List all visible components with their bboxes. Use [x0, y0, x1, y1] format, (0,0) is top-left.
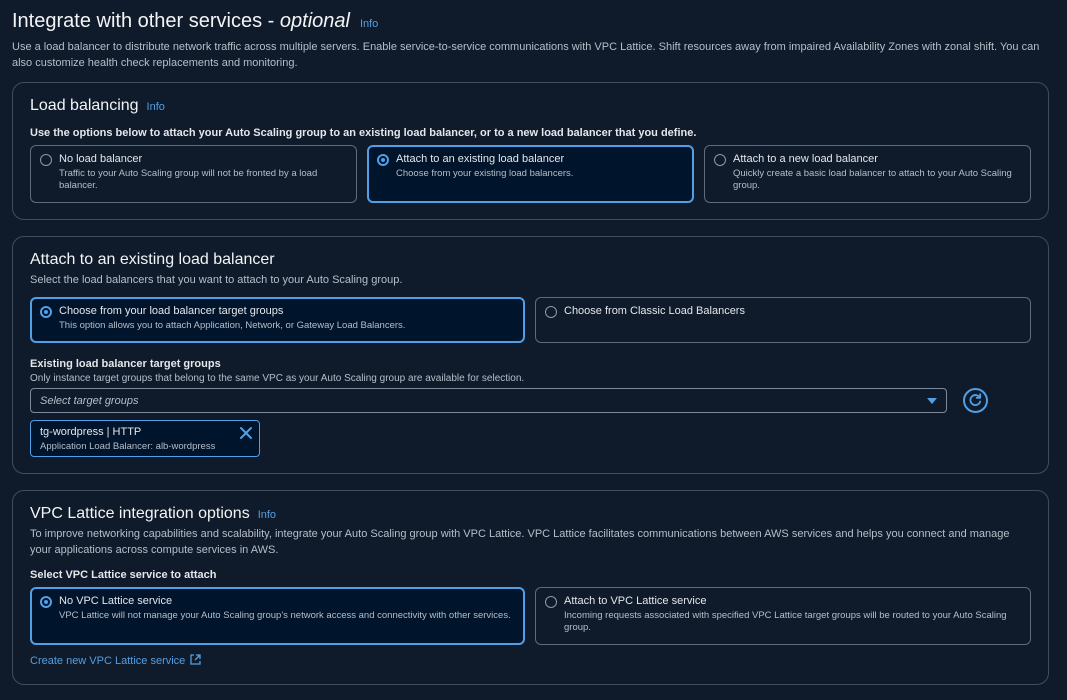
- section-header: Integrate with other services - optional…: [12, 10, 1057, 71]
- select-placeholder: Select target groups: [40, 395, 139, 407]
- existing-load-balancer-panel: Attach to an existing load balancer Sele…: [12, 236, 1049, 474]
- option-title: No VPC Lattice service: [59, 595, 173, 607]
- radio-button[interactable]: [545, 596, 557, 608]
- option-no-vpc-lattice[interactable]: No VPC Lattice service VPC Lattice will …: [30, 587, 525, 645]
- option-classic-load-balancers[interactable]: Choose from Classic Load Balancers: [535, 297, 1031, 343]
- load-balancing-title-text: Load balancing: [30, 97, 139, 114]
- option-description: Quickly create a basic load balancer to …: [733, 168, 1012, 191]
- option-title: Attach to an existing load balancer: [396, 153, 565, 165]
- option-description: Choose from your existing load balancers…: [396, 168, 574, 179]
- page-title: Integrate with other services - optional…: [12, 10, 1057, 33]
- info-link[interactable]: Info: [360, 18, 378, 30]
- radio-button[interactable]: [545, 306, 557, 318]
- target-groups-label: Existing load balancer target groups: [30, 358, 221, 370]
- option-title: Choose from your load balancer target gr…: [59, 305, 284, 317]
- radio-button[interactable]: [714, 154, 726, 166]
- radio-button-selected[interactable]: [40, 306, 52, 318]
- create-vpc-lattice-link[interactable]: Create new VPC Lattice service: [30, 654, 201, 668]
- option-description: Traffic to your Auto Scaling group will …: [59, 168, 318, 191]
- option-description: This option allows you to attach Applica…: [59, 320, 406, 331]
- radio-button-selected[interactable]: [40, 596, 52, 608]
- token-title: tg-wordpress | HTTP: [40, 426, 142, 438]
- external-link-icon: [190, 654, 201, 668]
- title-text: Integrate with other services -: [12, 10, 280, 32]
- vpc-lattice-info-link[interactable]: Info: [258, 509, 276, 521]
- option-no-load-balancer[interactable]: No load balancer Traffic to your Auto Sc…: [30, 145, 357, 203]
- option-target-groups[interactable]: Choose from your load balancer target gr…: [30, 297, 525, 343]
- load-balancing-info-link[interactable]: Info: [147, 101, 165, 113]
- vpc-lattice-description: To improve networking capabilities and s…: [30, 528, 1010, 556]
- option-title: Attach to VPC Lattice service: [564, 595, 707, 607]
- target-groups-description: Only instance target groups that belong …: [30, 373, 525, 384]
- target-groups-select[interactable]: Select target groups: [30, 388, 947, 413]
- vpc-lattice-title-text: VPC Lattice integration options: [30, 505, 250, 522]
- vpc-lattice-panel: VPC Lattice integration options Info To …: [12, 490, 1049, 685]
- selected-target-group-token: tg-wordpress | HTTP Application Load Bal…: [30, 420, 260, 457]
- token-description: Application Load Balancer: alb-wordpress: [40, 441, 216, 452]
- existing-lb-title: Attach to an existing load balancer: [30, 251, 275, 269]
- vpc-lattice-title: VPC Lattice integration options Info: [30, 505, 276, 523]
- existing-lb-title-text: Attach to an existing load balancer: [30, 251, 275, 268]
- refresh-icon[interactable]: [963, 388, 988, 413]
- section-description: Use a load balancer to distribute networ…: [12, 41, 1040, 69]
- radio-button-selected[interactable]: [377, 154, 389, 166]
- create-vpc-lattice-link-text: Create new VPC Lattice service: [30, 655, 186, 667]
- existing-lb-description: Select the load balancers that you want …: [30, 274, 403, 286]
- load-balancing-title: Load balancing Info: [30, 97, 165, 115]
- option-attach-vpc-lattice[interactable]: Attach to VPC Lattice service Incoming r…: [535, 587, 1031, 645]
- option-attach-existing-load-balancer[interactable]: Attach to an existing load balancer Choo…: [367, 145, 694, 203]
- radio-button[interactable]: [40, 154, 52, 166]
- option-title: No load balancer: [59, 153, 143, 165]
- option-attach-new-load-balancer[interactable]: Attach to a new load balancer Quickly cr…: [704, 145, 1031, 203]
- vpc-lattice-select-label: Select VPC Lattice service to attach: [30, 569, 217, 581]
- load-balancing-instruction: Use the options below to attach your Aut…: [30, 127, 697, 139]
- option-title: Choose from Classic Load Balancers: [564, 305, 745, 317]
- option-description: Incoming requests associated with specif…: [564, 610, 1007, 633]
- load-balancing-panel: Load balancing Info Use the options belo…: [12, 82, 1049, 220]
- title-optional: optional: [279, 10, 350, 32]
- option-title: Attach to a new load balancer: [733, 153, 878, 165]
- close-icon[interactable]: [239, 426, 253, 440]
- option-description: VPC Lattice will not manage your Auto Sc…: [59, 610, 511, 621]
- caret-down-icon: [927, 398, 937, 404]
